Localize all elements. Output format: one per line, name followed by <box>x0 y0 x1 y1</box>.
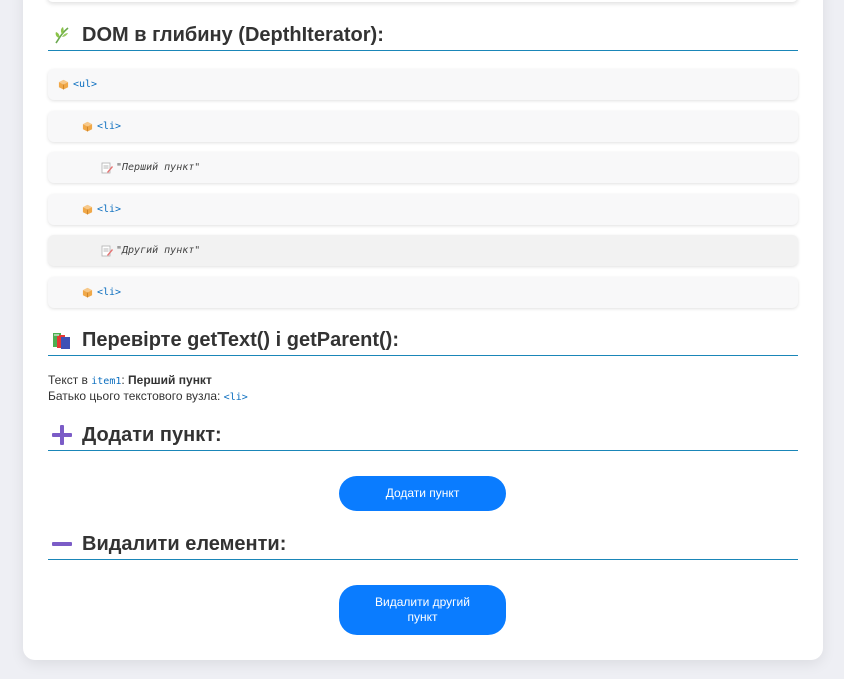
parent-code: <li> <box>223 392 248 403</box>
section-title-check-label: Перевірте getText() і getParent(): <box>82 328 399 351</box>
section-title-check: Перевірте getText() і getParent(): <box>48 327 798 356</box>
tree-node-label: <li> <box>97 287 122 298</box>
text-line: Текст в item1: Перший пункт <box>48 373 248 389</box>
package-icon <box>82 287 94 299</box>
tree-node-label: "Другий пункт" <box>116 245 201 256</box>
tree-node-element: <li> <box>48 277 798 308</box>
text-code: item1 <box>91 376 122 387</box>
herb-icon <box>50 23 74 47</box>
section-title-add-label: Додати пункт: <box>82 423 222 446</box>
text-value: Перший пункт <box>128 373 212 387</box>
minus-icon <box>50 532 74 556</box>
package-icon <box>82 121 94 133</box>
text-prefix: Текст в <box>48 373 92 387</box>
parent-prefix: Батько цього текстового вузла: <box>48 389 224 403</box>
memo-icon <box>101 245 113 257</box>
tree-node-label: <li> <box>97 204 122 215</box>
books-icon <box>50 328 74 352</box>
tree-node-label: <ul> <box>73 79 98 90</box>
section-title-add: Додати пункт: <box>48 422 798 451</box>
plus-icon <box>50 423 74 447</box>
tree-node-label: <li> <box>97 121 122 132</box>
tree-node-label: "Перший пункт" <box>116 162 201 173</box>
tree-node-element: <li> <box>48 111 798 142</box>
check-info: Текст в item1: Перший пункт Батько цього… <box>48 373 248 405</box>
package-icon <box>82 204 94 216</box>
section-title-remove-label: Видалити елементи: <box>82 532 287 555</box>
section-title-depth-label: DOM в глибину (DepthIterator): <box>82 23 384 46</box>
tree-node-element: <ul> <box>48 69 798 100</box>
section-title-depth: DOM в глибину (DepthIterator): <box>48 22 798 51</box>
add-item-button[interactable]: Додати пункт <box>339 476 506 511</box>
section-title-remove: Видалити елементи: <box>48 531 798 560</box>
memo-icon <box>101 162 113 174</box>
parent-line: Батько цього текстового вузла: <li> <box>48 389 248 405</box>
tree-node-text: "Другий пункт" <box>48 235 798 266</box>
previous-panel-edge <box>47 0 798 2</box>
package-icon <box>58 79 70 91</box>
tree-node-text: "Перший пункт" <box>48 152 798 183</box>
tree-node-element: <li> <box>48 194 798 225</box>
remove-second-item-button[interactable]: Видалити другий пункт <box>339 585 506 635</box>
